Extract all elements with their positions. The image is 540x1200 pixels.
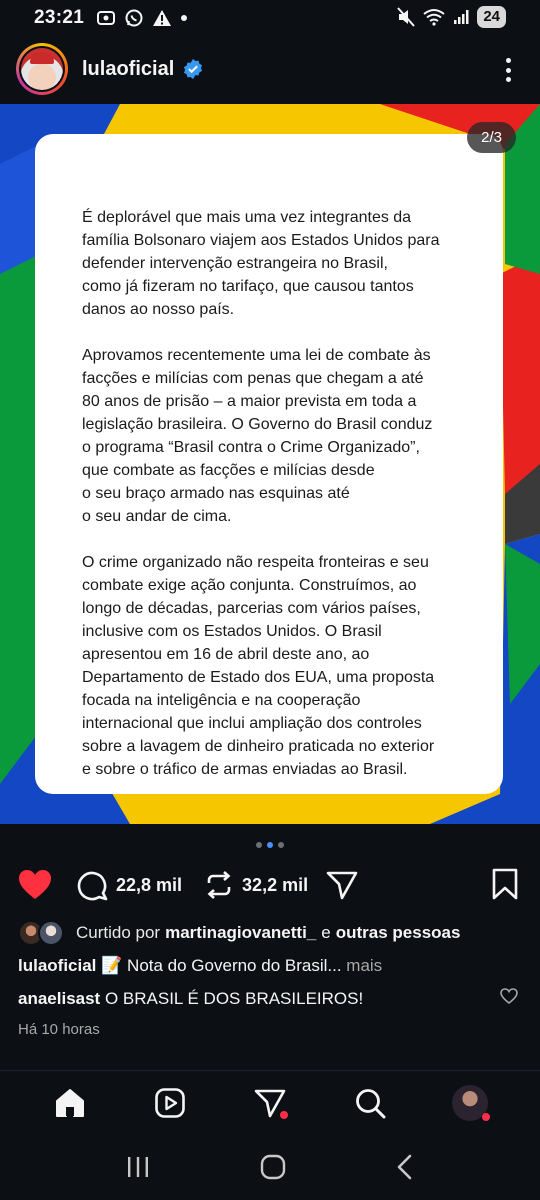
home-circle-icon[interactable] [260,1154,286,1180]
avatar-image [21,48,63,90]
nav-home[interactable] [48,1081,92,1125]
post-carousel-image[interactable]: É deplorável que mais uma vez integrante… [0,104,540,824]
recents-icon[interactable] [125,1155,151,1179]
heart-icon [19,870,51,899]
comments-count: 22,8 mil [116,874,183,895]
liked-prefix: Curtido por [76,923,161,942]
comment-text: O BRASIL É DOS BRASILEIROS! [104,989,364,1008]
cell-signal-icon [454,10,469,24]
save-button[interactable] [492,868,518,905]
reels-icon [155,1087,185,1118]
carousel-dot [278,842,284,848]
avatar[interactable] [16,43,68,95]
liker-avatar [38,920,64,946]
whatsapp-icon [125,9,143,27]
nav-direct[interactable] [248,1081,292,1125]
card-paragraph-1: É deplorável que mais uma vez integrante… [82,209,440,318]
notification-dot [280,1110,288,1119]
carousel-dot-active [267,842,273,848]
bottom-nav [0,1070,540,1134]
post-actions: 22,8 mil 32,2 mil [0,862,540,908]
liked-by-line[interactable]: Curtido por martinagiovanetti_ e outras … [18,920,460,946]
status-notification-icons [96,8,188,28]
comment-icon [77,871,108,901]
back-icon[interactable] [395,1154,415,1180]
nav-search[interactable] [348,1081,392,1125]
system-nav-bar [0,1134,540,1200]
mute-icon [397,7,416,27]
comment-button[interactable]: 22,8 mil [76,869,182,901]
status-right-icons: 24 [397,6,506,28]
caption[interactable]: lulaoficial 📝 Nota do Governo do Brasil.… [18,956,382,976]
caption-username[interactable]: lulaoficial [18,956,96,975]
liked-and: e [321,923,331,942]
comment-preview[interactable]: anaelisast O BRASIL É DOS BRASILEIROS! [18,989,518,1009]
search-icon [356,1088,386,1118]
post-timestamp: Há 10 horas [18,1021,100,1038]
heart-outline-icon [500,988,518,1005]
nav-reels[interactable] [148,1081,192,1125]
status-time: 23:21 [34,7,85,28]
liked-by-user[interactable]: martinagiovanetti_ [165,923,316,943]
caption-more-link[interactable]: mais [346,956,382,975]
post-header: lulaoficial [0,40,540,98]
verified-icon [184,58,203,80]
share-button[interactable] [326,870,358,900]
dot-icon [181,15,188,21]
like-button[interactable] [18,869,52,901]
notification-dot [482,1112,490,1121]
share-icon [326,871,358,900]
status-bar: 23:21 24 [0,0,540,36]
carousel-dots [0,842,540,848]
text-card: É deplorável que mais uma vez integrante… [35,134,503,794]
battery-level: 24 [477,6,506,28]
wifi-icon [423,9,445,26]
carousel-dot [256,842,262,848]
slide-counter: 2/3 [467,122,516,153]
repost-icon [207,871,231,899]
liker-avatars [18,920,70,946]
caption-text: 📝 Nota do Governo do Brasil... [101,956,342,975]
liked-others[interactable]: outras pessoas [336,923,461,943]
warning-icon [153,10,172,26]
card-paragraph-2: Aprovamos recentemente uma lei de combat… [82,347,433,525]
bookmark-icon [492,868,518,900]
nav-profile[interactable] [448,1081,492,1125]
post-username[interactable]: lulaoficial [82,58,174,81]
reposts-count: 32,2 mil [242,874,309,895]
comment-username[interactable]: anaelisast [18,989,100,1008]
more-icon[interactable] [498,56,518,84]
card-paragraph-3: O crime organizado não respeita fronteir… [82,554,435,778]
repost-button[interactable]: 32,2 mil [204,870,308,900]
signal-icon [97,11,116,25]
comment-like-button[interactable] [500,988,518,1009]
home-icon [56,1088,84,1117]
